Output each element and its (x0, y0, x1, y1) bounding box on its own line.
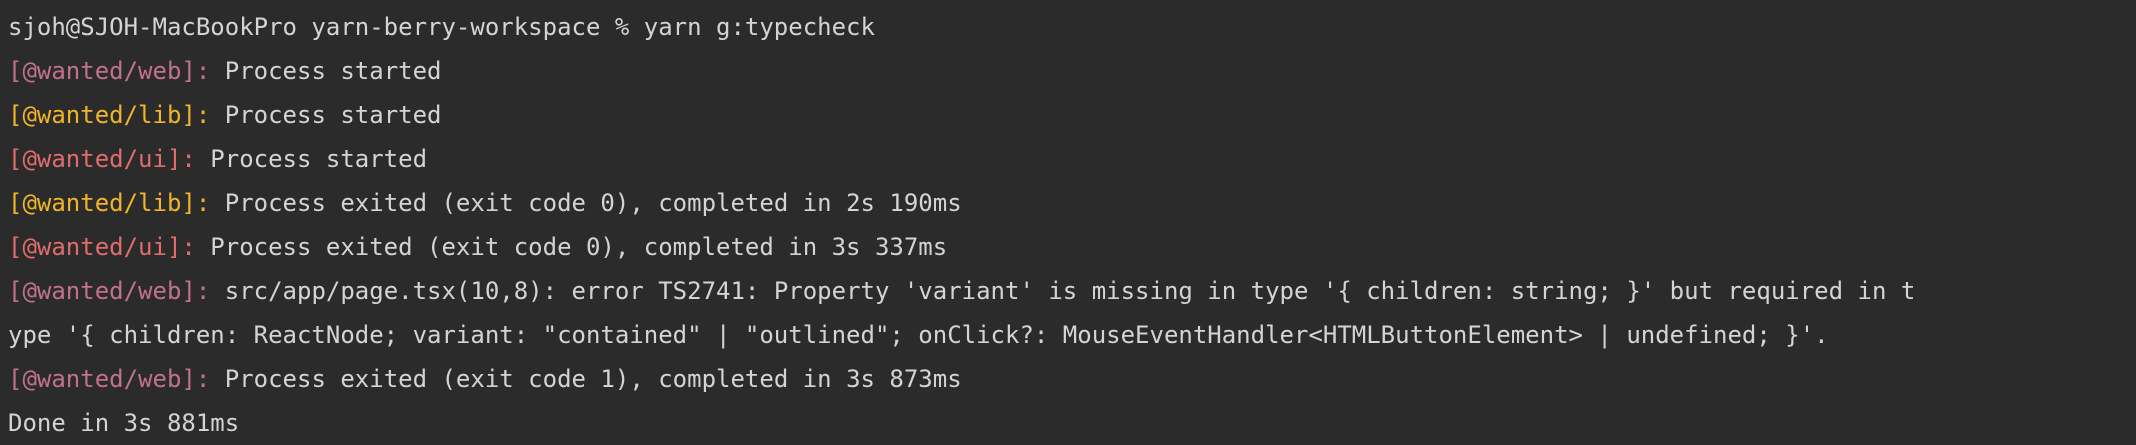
workspace-prefix-lib: [@wanted/lib]: (8, 189, 211, 217)
workspace-prefix-ui: [@wanted/ui]: (8, 233, 196, 261)
log-message: Process started (210, 57, 442, 85)
log-line-ui-started: [@wanted/ui]: Process started (8, 137, 2136, 181)
done-summary-line: Done in 3s 881ms (8, 409, 240, 437)
log-message: Process started (210, 101, 442, 129)
log-message: Process started (195, 145, 428, 173)
workspace-prefix-web: [@wanted/web]: (8, 277, 211, 305)
log-line-web-error-continued: ype '{ children: ReactNode; variant: "co… (8, 313, 2136, 357)
workspace-prefix-lib: [@wanted/lib]: (8, 101, 211, 129)
workspace-prefix-web: [@wanted/web]: (8, 57, 211, 85)
workspace-prefix-ui: [@wanted/ui]: (8, 145, 196, 173)
log-line-web-started: [@wanted/web]: Process started (8, 49, 2136, 93)
log-message: Process exited (exit code 0), completed … (210, 189, 962, 217)
command-prompt-line: sjoh@SJOH-MacBookPro yarn-berry-workspac… (8, 13, 875, 41)
workspace-prefix-web: [@wanted/web]: (8, 365, 211, 393)
terminal-output[interactable]: sjoh@SJOH-MacBookPro yarn-berry-workspac… (0, 0, 2136, 444)
log-line-lib-started: [@wanted/lib]: Process started (8, 93, 2136, 137)
log-line-web-exited: [@wanted/web]: Process exited (exit code… (8, 357, 2136, 401)
log-message: Process exited (exit code 1), completed … (210, 365, 962, 393)
log-line-web-error: [@wanted/web]: src/app/page.tsx(10,8): e… (8, 269, 2136, 313)
log-line-lib-exited: [@wanted/lib]: Process exited (exit code… (8, 181, 2136, 225)
log-line-ui-exited: [@wanted/ui]: Process exited (exit code … (8, 225, 2136, 269)
log-message: Process exited (exit code 0), completed … (195, 233, 948, 261)
error-message: src/app/page.tsx(10,8): error TS2741: Pr… (210, 277, 1916, 305)
error-message-continued: ype '{ children: ReactNode; variant: "co… (8, 321, 1829, 349)
